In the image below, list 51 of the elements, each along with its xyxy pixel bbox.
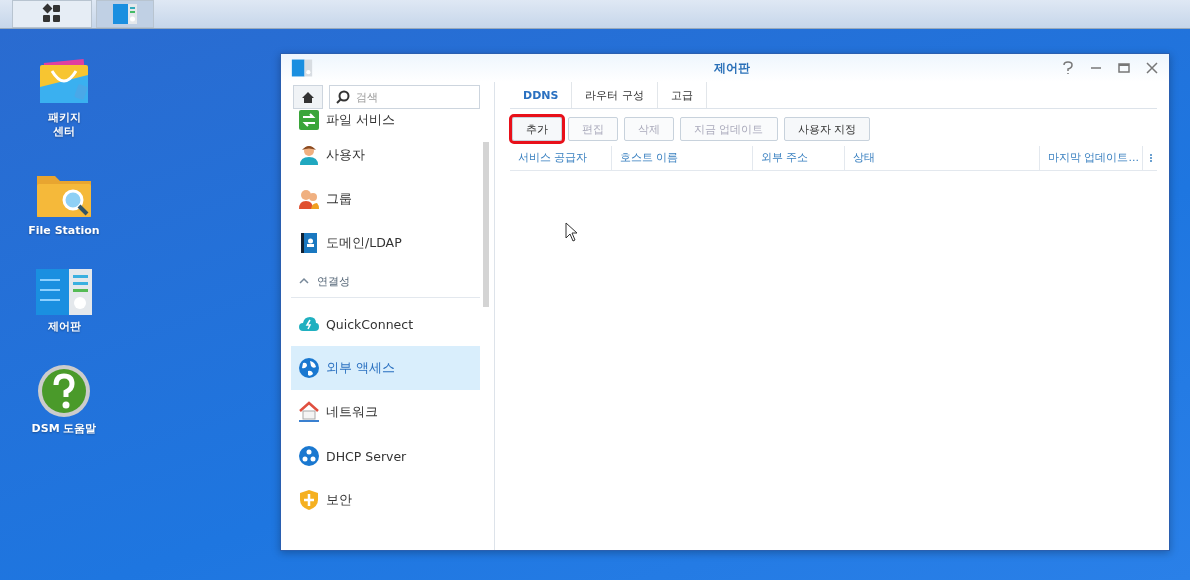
sidebar-item[interactable]: 외부 액세스 xyxy=(291,346,480,390)
sidebar-item[interactable]: 도메인/LDAP xyxy=(291,221,480,265)
more-icon[interactable] xyxy=(1149,153,1153,163)
desktop-icon-label[interactable]: 패키지 센터 xyxy=(47,111,81,140)
close-icon[interactable] xyxy=(1145,61,1159,75)
chevron-up-icon[interactable] xyxy=(299,277,309,285)
network-icon xyxy=(298,445,320,467)
control-panel-icon[interactable] xyxy=(35,267,93,316)
scrollbar[interactable] xyxy=(483,142,489,307)
contact-book-icon xyxy=(298,232,320,254)
customize-button[interactable]: 사용자 지정 xyxy=(783,117,870,141)
desktop-icon-label[interactable]: DSM 도움말 xyxy=(31,422,97,437)
column-header[interactable]: 마지막 업데이트... xyxy=(1040,146,1143,170)
tab[interactable]: DDNS xyxy=(510,82,573,108)
column-header[interactable]: 서비스 공급자 xyxy=(510,146,612,170)
sidebar-item[interactable]: QuickConnect xyxy=(291,302,480,346)
home-icon xyxy=(301,90,315,104)
search-field[interactable]: 검색 xyxy=(329,85,480,109)
users-icon xyxy=(298,188,320,210)
sidebar-item[interactable]: 파일 서비스 xyxy=(291,109,480,131)
sidebar-item[interactable]: 보안 xyxy=(291,478,480,522)
house-icon xyxy=(298,401,320,423)
column-header[interactable]: 호스트 이름 xyxy=(612,146,753,170)
desktop-icon-label[interactable]: File Station xyxy=(28,223,100,238)
help-icon[interactable] xyxy=(37,364,91,419)
search-icon xyxy=(336,90,350,104)
taskbar-app-button[interactable] xyxy=(96,0,154,28)
column-header[interactable]: 상태 xyxy=(845,146,1040,170)
sidebar-item[interactable]: DHCP Server xyxy=(291,434,480,478)
home-button[interactable] xyxy=(293,85,323,109)
sidebar-item[interactable]: 네트워크 xyxy=(291,390,480,434)
tab[interactable]: 고급 xyxy=(657,82,707,108)
main-menu-button[interactable] xyxy=(12,0,92,28)
cursor-icon xyxy=(565,222,579,242)
grid-icon xyxy=(41,3,63,25)
maximize-icon[interactable] xyxy=(1117,61,1131,75)
user-icon xyxy=(298,144,320,166)
sidebar-item[interactable]: 사용자 xyxy=(291,133,480,177)
section-header: 연결성 xyxy=(317,273,350,289)
control-panel-icon xyxy=(112,3,138,25)
globe-icon xyxy=(298,357,320,379)
shield-icon xyxy=(298,489,320,511)
desktop-icon-label[interactable]: 제어판 xyxy=(47,319,81,335)
control-panel-icon xyxy=(291,58,313,78)
tab[interactable]: 라우터 구성 xyxy=(572,82,658,108)
sidebar-item[interactable]: 그룹 xyxy=(291,177,480,221)
add-button[interactable]: 추가 xyxy=(512,117,562,141)
column-header[interactable]: 외부 주소 xyxy=(753,146,845,170)
window-title: 제어판 xyxy=(713,59,751,77)
arrows-icon xyxy=(298,109,320,131)
help-icon[interactable] xyxy=(1061,61,1075,75)
